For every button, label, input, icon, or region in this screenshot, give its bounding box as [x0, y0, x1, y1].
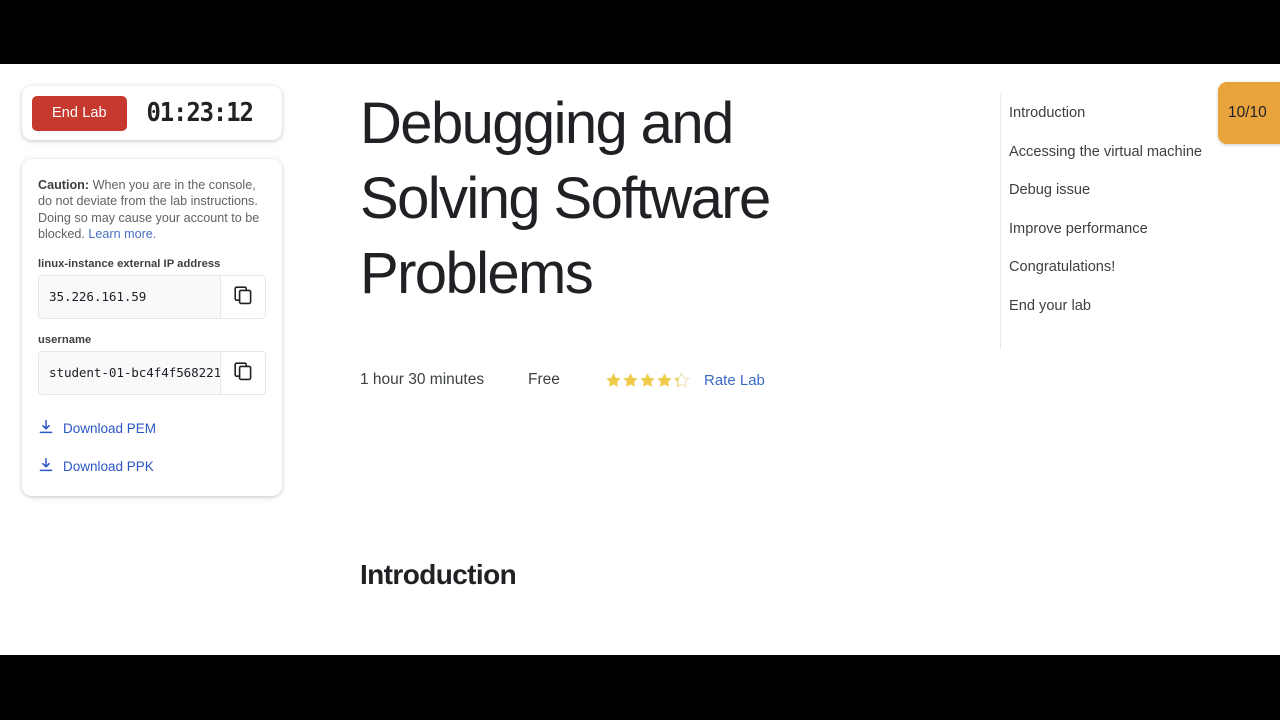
letterbox-bottom-bar — [0, 655, 1280, 720]
ip-address-field-group: linux-instance external IP address 35.22… — [38, 258, 266, 319]
copy-icon — [233, 361, 253, 384]
progress-score-badge[interactable]: 10/10 — [1218, 82, 1280, 144]
download-icon — [38, 457, 54, 476]
lab-price: Free — [528, 371, 560, 388]
download-ppk-link[interactable]: Download PPK — [38, 457, 266, 476]
rating-stars[interactable] — [605, 371, 690, 389]
copy-ip-address-button[interactable] — [220, 275, 265, 318]
screen: End Lab 01:23:12 Caution: When you are i… — [0, 0, 1280, 720]
sidebar-item-debug-issue[interactable]: Debug issue — [1009, 171, 1280, 210]
star-icon — [639, 372, 656, 389]
lab-countdown-timer: 01:23:12 — [146, 98, 253, 128]
username-value[interactable]: student-01-bc4f4f568221 — [39, 351, 220, 394]
lab-control-panel: End Lab 01:23:12 Caution: When you are i… — [22, 86, 282, 496]
caution-label: Caution: — [38, 178, 90, 192]
letterbox-top-bar — [0, 0, 1280, 64]
lab-duration: 1 hour 30 minutes — [360, 371, 485, 388]
end-lab-button[interactable]: End Lab — [32, 95, 127, 131]
progress-score-value: 10/10 — [1228, 104, 1267, 121]
ip-address-field-row: 35.226.161.59 — [38, 274, 266, 319]
page-title: Debugging and Solving Software Problems — [360, 91, 771, 306]
rate-lab-link[interactable]: Rate Lab — [704, 372, 765, 389]
download-ppk-label: Download PPK — [63, 458, 154, 474]
username-label: username — [38, 333, 92, 346]
star-icon — [656, 372, 673, 389]
learn-more-link[interactable]: Learn more. — [88, 227, 156, 241]
star-icon — [605, 372, 622, 389]
lab-page: End Lab 01:23:12 Caution: When you are i… — [0, 64, 1280, 655]
username-field-group: username student-01-bc4f4f568221 — [38, 334, 266, 395]
ip-address-value[interactable]: 35.226.161.59 — [39, 275, 220, 318]
lab-credentials-card: Caution: When you are in the console, do… — [22, 159, 282, 496]
download-icon — [38, 419, 54, 438]
caution-notice: Caution: When you are in the console, do… — [38, 177, 266, 243]
copy-icon — [233, 285, 253, 308]
copy-username-button[interactable] — [220, 351, 265, 394]
sidebar-item-congratulations[interactable]: Congratulations! — [1009, 248, 1280, 287]
download-pem-label: Download PEM — [63, 420, 157, 436]
download-pem-link[interactable]: Download PEM — [38, 419, 266, 438]
sidebar-item-improve-performance[interactable]: Improve performance — [1009, 210, 1280, 249]
lab-timer-card: End Lab 01:23:12 — [22, 86, 282, 140]
main-content: Debugging and Solving Software Problems … — [360, 64, 960, 591]
sidebar-item-end-your-lab[interactable]: End your lab — [1009, 287, 1280, 326]
star-partial-icon — [673, 371, 690, 389]
username-field-row: student-01-bc4f4f568221 — [38, 350, 266, 395]
lab-meta-row: 1 hour 30 minutes Free Rate Lab — [360, 369, 960, 391]
star-icon — [622, 372, 639, 389]
ip-address-label: linux-instance external IP address — [38, 257, 221, 270]
section-heading-introduction: Introduction — [360, 559, 517, 590]
